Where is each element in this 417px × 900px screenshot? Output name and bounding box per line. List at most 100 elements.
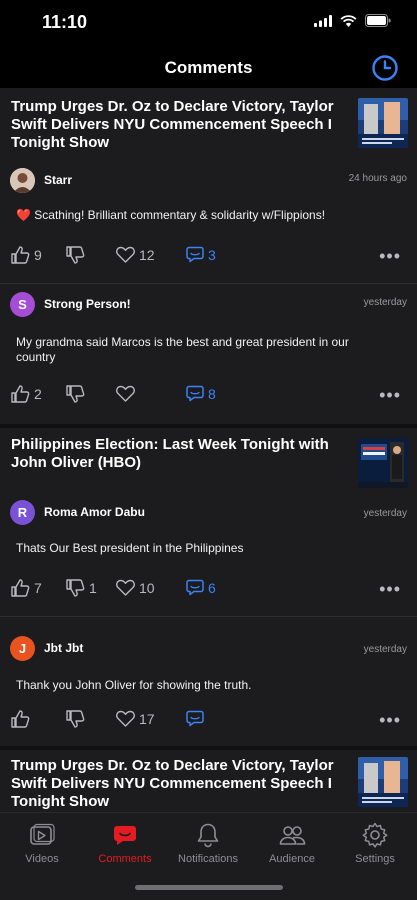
comment-bubble-icon [186, 246, 204, 263]
avatar-letter: R [17, 505, 28, 520]
comment-text: ❤️ Scathing! Brilliant commentary & soli… [16, 208, 326, 222]
more-options-icon[interactable]: ••• [379, 711, 401, 729]
comment-item[interactable]: S Strong Person! yesterday My grandma sa… [0, 288, 417, 422]
reply-count: 8 [208, 385, 216, 402]
people-icon [279, 826, 306, 845]
comment-bubble-icon [186, 579, 204, 596]
like-button[interactable]: 9 [11, 246, 42, 264]
comment-actions: 2 8 ••• [0, 385, 417, 405]
reply-count: 3 [208, 246, 216, 263]
replies-button[interactable]: 6 [186, 579, 216, 596]
comment-author[interactable]: Starr [44, 173, 72, 187]
avatar-letter: S [18, 297, 27, 312]
video-header[interactable]: Trump Urges Dr. Oz to Declare Victory, T… [0, 98, 417, 156]
more-options-icon[interactable]: ••• [379, 247, 401, 265]
video-thumbnail[interactable] [358, 438, 408, 488]
comment-item[interactable]: Starr 24 hours ago ❤️ Scathing! Brillian… [0, 162, 417, 290]
heart-count: 17 [139, 710, 155, 727]
video-thumbnail[interactable] [358, 98, 408, 148]
replies-button[interactable]: 8 [186, 385, 216, 402]
tab-settings[interactable]: Settings [333, 821, 417, 865]
reply-count: 6 [208, 579, 216, 596]
comment-bubble-icon [186, 385, 204, 402]
like-button[interactable]: 7 [11, 579, 42, 597]
tonight-show-thumbnail-image [358, 757, 408, 807]
video-title[interactable]: Trump Urges Dr. Oz to Declare Victory, T… [11, 98, 351, 152]
comment-item[interactable]: R Roma Amor Dabu yesterday Thats Our Bes… [0, 498, 417, 618]
avatar-letter: J [18, 641, 27, 656]
comments-icon [114, 826, 136, 845]
heart-button[interactable]: 10 [116, 579, 155, 596]
comment-time: yesterday [363, 297, 407, 308]
comment-time: yesterday [363, 644, 407, 655]
home-indicator[interactable] [135, 885, 283, 890]
comment-bubble-icon [186, 710, 204, 727]
gear-icon [362, 822, 388, 848]
tab-label: Videos [25, 853, 59, 865]
thumbs-up-icon [11, 385, 30, 403]
dislike-button[interactable]: 1 [66, 579, 97, 597]
tab-notifications[interactable]: Notifications [166, 821, 250, 865]
thumbs-down-icon [66, 579, 85, 597]
avatar[interactable]: R [10, 500, 35, 525]
tab-comments[interactable]: Comments [83, 821, 167, 865]
like-button[interactable] [11, 710, 34, 728]
divider [0, 283, 417, 284]
replies-button[interactable]: 3 [186, 246, 216, 263]
comment-time: yesterday [363, 508, 407, 519]
tab-label: Settings [355, 853, 395, 865]
dislike-button[interactable] [66, 385, 89, 403]
comments-feed[interactable]: Trump Urges Dr. Oz to Declare Victory, T… [0, 88, 417, 812]
more-options-icon[interactable]: ••• [379, 386, 401, 404]
tab-videos[interactable]: Videos [0, 821, 84, 865]
comment-actions: 9 12 3 ••• [0, 246, 417, 266]
thumbs-down-icon [66, 385, 85, 403]
battery-icon [365, 14, 391, 27]
dislike-button[interactable] [66, 710, 89, 728]
bell-icon [197, 823, 219, 848]
page-title: Comments [164, 58, 253, 77]
comment-actions: 17 ••• [0, 710, 417, 730]
avatar[interactable] [10, 168, 35, 193]
heart-button[interactable]: 17 [116, 710, 155, 727]
comment-author[interactable]: Jbt Jbt [44, 641, 83, 655]
heart-button[interactable] [116, 385, 139, 402]
more-options-icon[interactable]: ••• [379, 580, 401, 598]
video-header[interactable]: Trump Urges Dr. Oz to Declare Victory, T… [0, 757, 417, 812]
video-title[interactable]: Philippines Election: Last Week Tonight … [11, 436, 351, 472]
like-count: 7 [34, 580, 42, 596]
user-photo-icon [10, 168, 35, 193]
comment-actions: 7 1 10 6 ••• [0, 579, 417, 599]
heart-button[interactable]: 12 [116, 246, 155, 263]
comment-time: 24 hours ago [348, 173, 407, 184]
history-clock-icon[interactable] [371, 54, 399, 82]
comment-text: Thank you John Oliver for showing the tr… [16, 678, 252, 692]
avatar[interactable]: J [10, 636, 35, 661]
signal-icon [314, 14, 332, 27]
replies-button[interactable] [186, 710, 208, 727]
comment-author[interactable]: Roma Amor Dabu [44, 505, 145, 519]
thumbs-down-icon [66, 246, 85, 264]
tab-audience[interactable]: Audience [250, 821, 334, 865]
section-divider [0, 424, 417, 428]
tonight-show-thumbnail-image [358, 98, 408, 148]
divider [0, 616, 417, 617]
comment-item[interactable]: J Jbt Jbt yesterday Thank you John Olive… [0, 634, 417, 744]
dislike-button[interactable] [66, 246, 89, 264]
wifi-icon [340, 14, 357, 27]
tab-label: Comments [98, 853, 152, 865]
video-header[interactable]: Philippines Election: Last Week Tonight … [0, 436, 417, 488]
video-title[interactable]: Trump Urges Dr. Oz to Declare Victory, T… [11, 757, 351, 811]
comment-author[interactable]: Strong Person! [44, 297, 131, 311]
thumbs-down-icon [66, 710, 85, 728]
thumbs-up-icon [11, 710, 30, 728]
like-count: 9 [34, 247, 42, 263]
like-button[interactable]: 2 [11, 385, 42, 403]
thumbs-up-icon [11, 579, 30, 597]
heart-count: 12 [139, 246, 155, 263]
tab-label: Notifications [178, 853, 238, 865]
video-thumbnail[interactable] [358, 757, 408, 807]
nav-bar: Comments [0, 48, 417, 88]
avatar[interactable]: S [10, 292, 35, 317]
heart-icon [116, 579, 135, 596]
